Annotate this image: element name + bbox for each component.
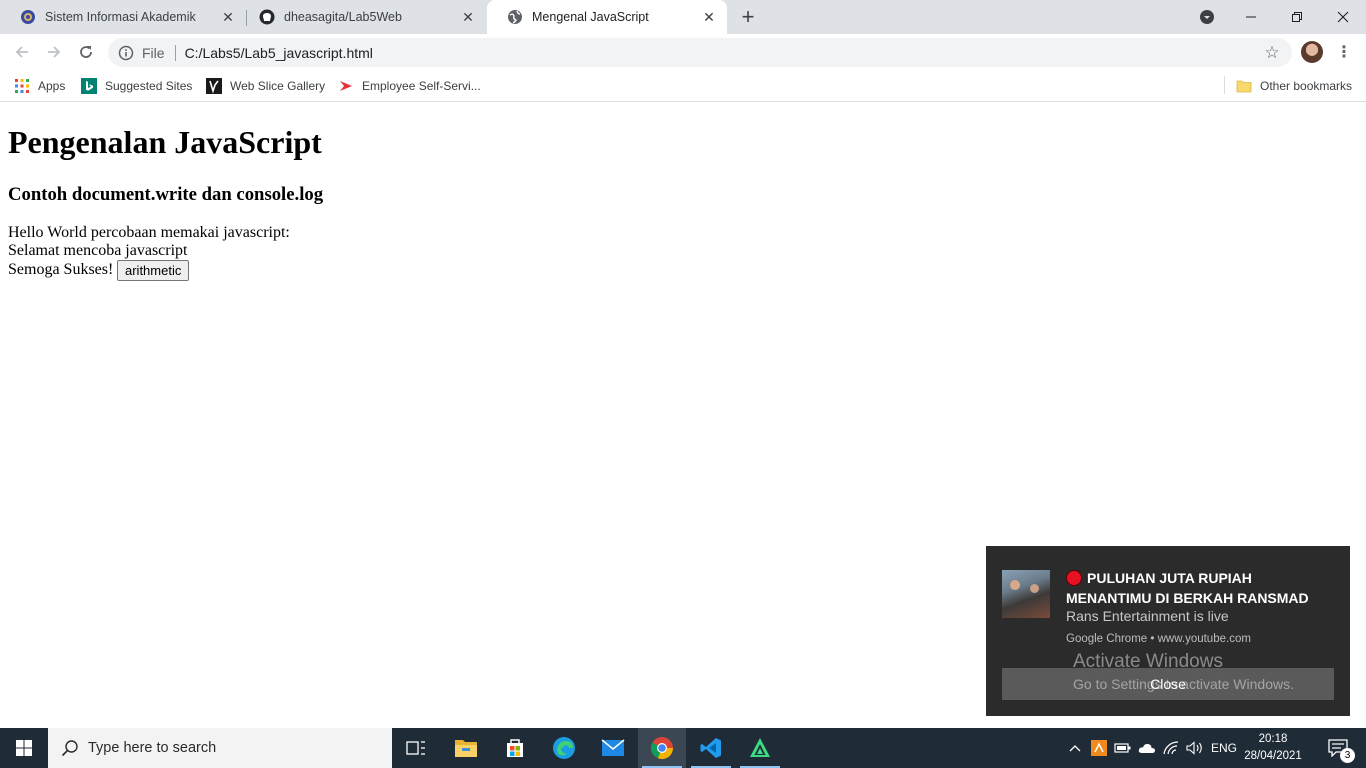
bookmarks-divider	[1224, 76, 1225, 94]
bookmark-label: Suggested Sites	[105, 79, 193, 93]
tab-search-icon	[1200, 10, 1214, 24]
chrome-icon[interactable]	[638, 728, 686, 768]
notification-count-badge: 3	[1340, 748, 1355, 763]
close-window-button[interactable]	[1320, 0, 1366, 34]
close-icon[interactable]: ✕	[218, 7, 238, 27]
url-text[interactable]: C:/Labs5/Lab5_javascript.html	[185, 45, 1258, 61]
volume-icon[interactable]	[1186, 728, 1204, 768]
live-indicator-icon	[1066, 570, 1082, 586]
mail-icon[interactable]	[589, 728, 637, 768]
language-indicator[interactable]: ENG	[1210, 728, 1238, 768]
arithmetic-button[interactable]: arithmetic	[117, 260, 190, 281]
university-logo-icon	[20, 9, 36, 25]
reload-icon	[80, 46, 92, 58]
restore-button[interactable]	[1274, 0, 1320, 34]
github-icon	[259, 9, 275, 25]
onedrive-icon[interactable]	[1138, 728, 1156, 768]
restore-icon	[1292, 12, 1302, 22]
output-line: Hello World percobaan memakai javascript…	[8, 224, 290, 241]
app-tray-icon[interactable]	[1090, 728, 1108, 768]
activate-windows-hint: Go to Settings to activate Windows.	[1073, 676, 1294, 692]
notification-subtitle: Rans Entertainment is live	[1066, 608, 1229, 624]
tab-title: dheasagita/Lab5Web	[284, 10, 402, 24]
bookmarks-bar: Apps Suggested Sites Web Slice Gallery E…	[0, 70, 1366, 102]
bookmark-employee-self-service[interactable]: Employee Self-Servi...	[338, 76, 481, 96]
bing-icon	[81, 78, 97, 94]
browser-toolbar: File C:/Labs5/Lab5_javascript.html ☆ ⋮	[0, 34, 1366, 70]
bookmark-label: Other bookmarks	[1260, 79, 1353, 93]
back-arrow-icon	[15, 46, 28, 58]
clock-date: 28/04/2021	[1244, 750, 1302, 762]
address-divider	[174, 44, 176, 61]
vscode-icon[interactable]	[687, 728, 735, 768]
bookmark-label: Employee Self-Servi...	[362, 79, 481, 93]
close-window-icon	[1337, 11, 1349, 23]
back-button[interactable]	[8, 38, 36, 66]
wifi-icon[interactable]	[1162, 728, 1180, 768]
tab-sistem-informasi[interactable]: Sistem Informasi Akademik ✕	[0, 0, 246, 34]
folder-icon	[1236, 78, 1252, 94]
taskbar: Type here to search ENG 20:18 28/04/2021…	[0, 728, 1366, 768]
tab-title: Sistem Informasi Akademik	[45, 10, 196, 24]
notification-source: Google Chrome • www.youtube.com	[1066, 633, 1251, 645]
activate-windows-watermark: Activate Windows	[1073, 651, 1223, 672]
clock-time: 20:18	[1258, 733, 1288, 745]
minimize-icon	[1246, 16, 1256, 18]
close-icon[interactable]: ✕	[699, 7, 719, 27]
info-icon[interactable]	[118, 45, 134, 61]
new-tab-button[interactable]: +	[736, 4, 760, 29]
start-button[interactable]	[0, 728, 48, 768]
chevron-up-icon[interactable]	[1066, 728, 1084, 768]
globe-icon	[507, 9, 523, 25]
output-line: Semoga Sukses!	[8, 261, 114, 278]
page-title: Pengenalan JavaScript	[8, 124, 322, 160]
menu-kebab-icon[interactable]: ⋮	[1334, 41, 1354, 63]
page-subtitle: Contoh document.write dan console.log	[8, 184, 324, 205]
search-icon	[60, 738, 80, 758]
notification-thumbnail	[1002, 570, 1050, 618]
bookmark-suggested-sites[interactable]: Suggested Sites	[81, 76, 192, 96]
address-bar[interactable]: File C:/Labs5/Lab5_javascript.html ☆	[108, 38, 1292, 67]
edge-icon[interactable]	[540, 728, 588, 768]
battery-icon[interactable]	[1114, 728, 1132, 768]
bookmark-star-icon[interactable]: ☆	[1258, 39, 1286, 67]
apps-grid-icon	[14, 78, 30, 94]
windows-logo-icon	[16, 740, 32, 756]
bookmark-label: Apps	[38, 79, 66, 93]
store-icon[interactable]	[491, 728, 539, 768]
bookmark-apps[interactable]: Apps	[14, 76, 65, 96]
bookmark-label: Web Slice Gallery	[230, 79, 326, 93]
file-explorer-icon[interactable]	[442, 728, 490, 768]
search-placeholder: Type here to search	[88, 740, 217, 756]
action-center-button[interactable]: 3	[1318, 728, 1358, 768]
forward-button[interactable]	[40, 38, 68, 66]
taskbar-search-box[interactable]: Type here to search	[48, 728, 392, 768]
forward-arrow-icon	[48, 46, 61, 58]
profile-avatar[interactable]	[1301, 41, 1323, 63]
notification-title-text: PULUHAN JUTA RUPIAH MENANTIMU DI BERKAH …	[1066, 570, 1309, 606]
url-scheme-label: File	[142, 44, 165, 61]
web-slice-icon	[206, 78, 222, 94]
bookmark-web-slice-gallery[interactable]: Web Slice Gallery	[206, 76, 325, 96]
tab-title: Mengenal JavaScript	[532, 10, 649, 24]
output-line: Selamat mencoba javascript	[8, 242, 188, 259]
tab-github[interactable]: dheasagita/Lab5Web ✕	[239, 0, 486, 34]
tab-strip: Sistem Informasi Akademik ✕ dheasagita/L…	[0, 0, 1366, 34]
arrow-logo-icon	[338, 78, 354, 94]
tab-mengenal-javascript[interactable]: Mengenal JavaScript ✕	[487, 0, 727, 34]
minimize-button[interactable]	[1228, 0, 1274, 34]
close-icon[interactable]: ✕	[458, 7, 478, 27]
reload-button[interactable]	[72, 38, 100, 66]
android-studio-icon[interactable]	[736, 728, 784, 768]
notification-title: PULUHAN JUTA RUPIAH MENANTIMU DI BERKAH …	[1066, 568, 1332, 608]
system-clock[interactable]: 20:18 28/04/2021	[1240, 731, 1306, 765]
task-view-icon[interactable]	[392, 728, 440, 768]
other-bookmarks[interactable]: Other bookmarks	[1236, 76, 1352, 96]
tab-search-button[interactable]	[1184, 0, 1230, 34]
